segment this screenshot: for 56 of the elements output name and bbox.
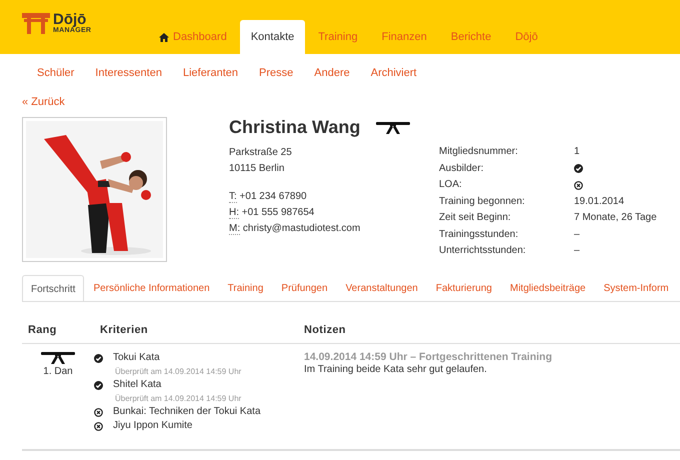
nav-tab[interactable]: Training [307, 20, 369, 54]
column-header: Rang [22, 324, 94, 344]
tab[interactable]: System-Inform [594, 275, 672, 301]
back-link[interactable]: « Zurück [22, 96, 65, 108]
subnav-link[interactable]: Lieferanten [182, 67, 238, 79]
note-text: Im Training beide Kata sehr gut gelaufen. [304, 364, 488, 375]
criterion-name: Bunkai: Techniken der Tokui Kata [113, 405, 261, 419]
belt-icon [41, 351, 75, 365]
detail-label: LOA: [439, 178, 463, 192]
address-line: Parkstraße 25 [229, 146, 293, 160]
criterion-name: Shitel Kata [113, 378, 162, 392]
column-header: Kriterien [94, 324, 298, 344]
tab[interactable]: Prüfungen [272, 275, 337, 301]
tab[interactable]: Veranstaltungen [336, 275, 427, 301]
logo-title: Dōjō [53, 12, 86, 27]
detail-value: – [574, 228, 581, 242]
contact-name: Christina Wang [229, 117, 360, 138]
subnav-link[interactable]: Schüler [37, 67, 74, 79]
detail-label: Training begonnen: [439, 194, 526, 208]
subnav-link[interactable]: Interessenten [95, 67, 162, 79]
subnav-link[interactable]: Archiviert [370, 67, 417, 79]
detail-label: Zeit seit Beginn: [439, 211, 512, 225]
subnav-link[interactable]: Presse [259, 67, 294, 79]
nav-tab[interactable]: Dōjō [504, 20, 549, 54]
nav-tab[interactable]: Berichte [440, 20, 502, 54]
tab[interactable]: Fakturierung [426, 275, 501, 301]
verified-note: Überprüft am 14.09.2014 14:59 Uhr [114, 366, 242, 378]
torii-logo-icon [22, 12, 50, 34]
detail-label: Mitgliedsnummer: [439, 145, 519, 159]
nav-tab[interactable]: Dashboard [148, 20, 238, 54]
detail-value: – [574, 244, 581, 258]
tab[interactable]: Fortschritt [22, 275, 84, 301]
verified-note: Überprüft am 14.09.2014 14:59 Uhr [114, 393, 242, 405]
belt-icon [376, 120, 410, 134]
detail-value: 19.01.2014 [574, 194, 626, 208]
detail-value: 7 Monate, 26 Tage [574, 211, 657, 225]
column-header: Notizen [298, 324, 680, 344]
criterion-name: Tokui Kata [113, 351, 160, 365]
contact-line: T: +01 234 67890 [229, 190, 308, 205]
home-icon [159, 32, 169, 42]
subnav-link[interactable]: Andere [314, 67, 350, 79]
nav-tab[interactable]: Finanzen [370, 20, 438, 54]
criterion-name: Jiyu Ippon Kumite [113, 419, 192, 433]
tab[interactable]: Training [218, 275, 272, 301]
detail-label: Unterrichtsstunden: [439, 244, 527, 258]
detail-label: Ausbilder: [439, 162, 484, 176]
contact-line: M: christy@mastudiotest.com [229, 222, 362, 237]
contact-line: H: +01 555 987654 [229, 206, 316, 221]
rank-label: 1. Dan [43, 366, 73, 377]
nav-tab[interactable]: Kontakte [240, 20, 306, 54]
detail-value: 1 [574, 145, 581, 159]
tab[interactable]: Mitgliedsbeiträge [500, 275, 595, 301]
detail-label: Trainingsstunden: [439, 228, 520, 242]
tab[interactable]: Persönliche Informationen [84, 275, 219, 301]
note-title: 14.09.2014 14:59 Uhr – Fortgeschrittenen Training [304, 350, 554, 364]
address-line: 10115 Berlin [229, 162, 286, 176]
